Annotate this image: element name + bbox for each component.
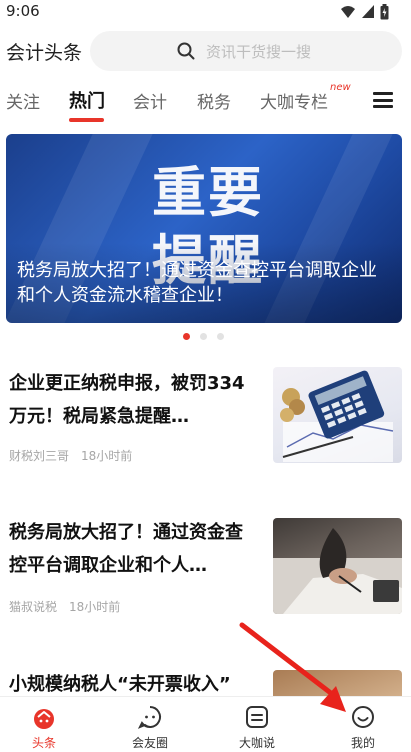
battery-icon bbox=[380, 4, 389, 20]
nav-label: 我的 bbox=[350, 736, 375, 750]
search-icon bbox=[177, 42, 195, 60]
banner-caption: 税务局放大招了！通过资金查控平台调取企业和个人资金流水稽查企业！ bbox=[17, 260, 377, 306]
article-meta: 财税刘三哥 18小时前 bbox=[9, 447, 132, 464]
article-title: 小规模纳税人“未开票收入” bbox=[9, 674, 231, 695]
cellular-icon bbox=[362, 5, 374, 18]
article-thumbnail bbox=[273, 518, 402, 614]
article-item[interactable]: 企业更正纳税申报，被罚334万元！税局紧急提醒… 财税刘三哥 18小时前 bbox=[0, 364, 411, 474]
carousel-dot bbox=[217, 333, 224, 340]
carousel-dot-active bbox=[183, 333, 190, 340]
carousel-dots bbox=[183, 333, 224, 340]
tab-accounting[interactable]: 会计 bbox=[133, 88, 167, 113]
carousel-dot bbox=[200, 333, 207, 340]
status-time: 9:06 bbox=[6, 2, 40, 20]
tab-follow[interactable]: 关注 bbox=[6, 88, 40, 113]
article-thumbnail bbox=[273, 670, 402, 696]
smile-face-icon bbox=[352, 706, 374, 728]
article-time: 18小时前 bbox=[69, 600, 121, 614]
nav-experts-talk[interactable]: 大咖说 bbox=[222, 697, 292, 751]
article-time: 18小时前 bbox=[81, 449, 133, 463]
status-icons bbox=[340, 4, 389, 20]
article-author: 猫叔说税 bbox=[9, 600, 58, 614]
status-bar: 9:06 bbox=[0, 0, 411, 24]
nav-label: 头条 bbox=[31, 736, 56, 750]
bottom-navigation: 头条 会友圈 大咖说 我的 bbox=[0, 696, 411, 752]
signal-icon bbox=[341, 6, 355, 18]
article-title: 企业更正纳税申报，被罚334万元！税局紧急提醒… bbox=[9, 373, 245, 427]
tab-hot[interactable]: 热门 bbox=[69, 87, 105, 113]
nav-mine[interactable]: 我的 bbox=[328, 697, 398, 751]
article-meta: 猫叔说税 18小时前 bbox=[9, 598, 120, 615]
menu-icon[interactable] bbox=[373, 92, 393, 108]
home-icon bbox=[34, 709, 54, 729]
message-square-icon bbox=[246, 706, 268, 728]
top-header: 会计头条 资讯干货搜一搜 bbox=[0, 30, 411, 72]
article-author: 财税刘三哥 bbox=[9, 449, 70, 463]
category-tabs: 关注 热门 会计 税务 大咖专栏 new bbox=[0, 80, 411, 124]
article-title: 税务局放大招了！通过资金查控平台调取企业和个人… bbox=[9, 522, 243, 576]
app-title: 会计头条 bbox=[6, 42, 83, 64]
nav-community[interactable]: 会友圈 bbox=[115, 697, 185, 751]
search-bar[interactable]: 资讯干货搜一搜 bbox=[90, 31, 402, 71]
article-thumbnail bbox=[273, 367, 402, 463]
search-placeholder: 资讯干货搜一搜 bbox=[206, 43, 312, 61]
tab-tax[interactable]: 税务 bbox=[197, 88, 231, 113]
nav-label: 会友圈 bbox=[131, 736, 168, 750]
tab-experts-column[interactable]: 大咖专栏 bbox=[260, 88, 328, 113]
active-tab-indicator bbox=[69, 118, 104, 122]
chat-icon bbox=[137, 706, 161, 729]
article-item[interactable]: 税务局放大招了！通过资金查控平台调取企业和个人… 猫叔说税 18小时前 bbox=[0, 516, 411, 626]
article-item[interactable]: 小规模纳税人“未开票收入” bbox=[0, 668, 411, 696]
nav-label: 大咖说 bbox=[238, 736, 275, 750]
banner-carousel[interactable]: 重要 提醒 税务局放大招了！通过资金查控平台调取企业和个人资金流水稽查企业！ bbox=[6, 134, 402, 323]
nav-headlines[interactable]: 头条 bbox=[9, 697, 79, 751]
new-badge: new bbox=[330, 82, 351, 93]
